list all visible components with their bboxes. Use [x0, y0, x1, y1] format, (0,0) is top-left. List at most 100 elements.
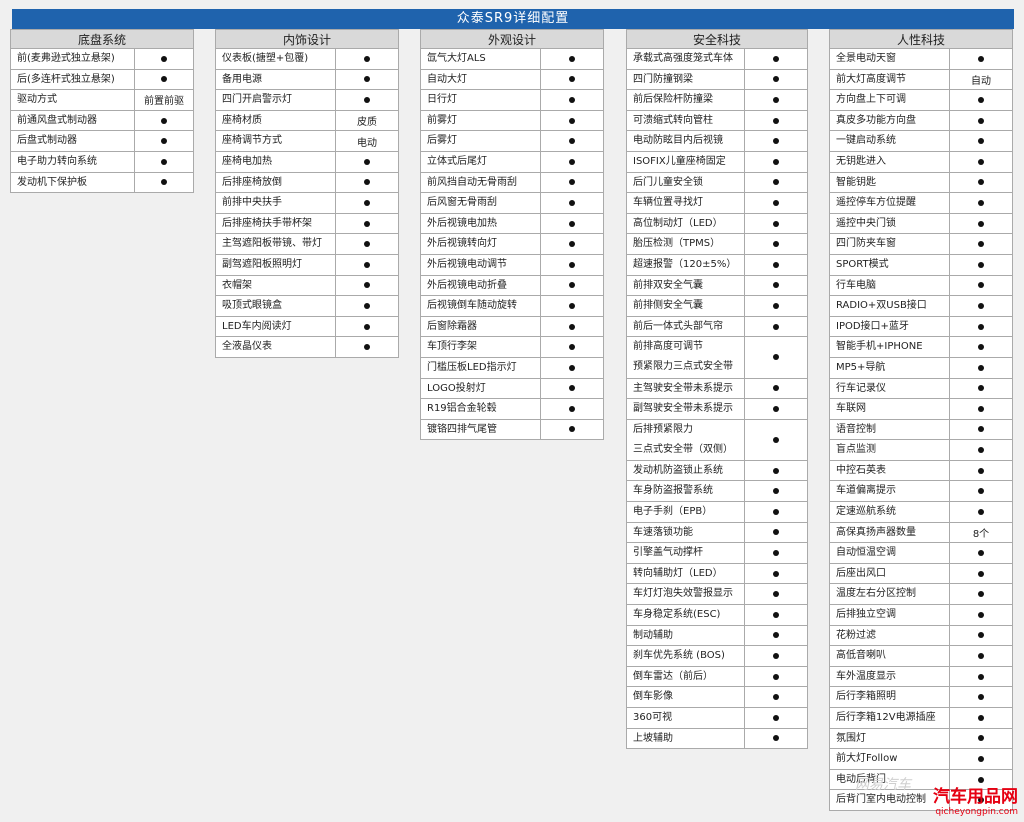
standard-dot-icon — [364, 344, 370, 351]
feature-name: 花粉过滤 — [830, 625, 950, 646]
feature-value — [541, 276, 603, 296]
standard-dot-icon — [773, 55, 779, 62]
table-row: 车身稳定系统(ESC) — [626, 605, 808, 626]
standard-dot-icon — [978, 405, 984, 412]
table-row: 发动机下保护板 — [10, 172, 194, 194]
standard-dot-icon — [978, 735, 984, 742]
standard-dot-icon — [978, 158, 984, 165]
feature-name: 氙气大灯ALS — [421, 49, 541, 69]
feature-value — [950, 605, 1012, 625]
standard-dot-icon — [978, 241, 984, 248]
table-row: 主驾驶安全带未系提示 — [626, 378, 808, 400]
feature-value — [950, 173, 1012, 193]
feature-name: 后行李箱12V电源插座 — [830, 708, 950, 728]
table-row: 超速报警（120±5%） — [626, 254, 808, 276]
table-row: 后(多连杆式独立悬架) — [10, 69, 194, 91]
feature-value — [336, 152, 398, 172]
feature-name: 方向盘上下可调 — [830, 90, 950, 110]
standard-dot-icon — [773, 138, 779, 145]
feature-name: 一键启动系统 — [830, 131, 950, 151]
standard-dot-icon — [569, 405, 575, 412]
feature-value — [745, 111, 807, 131]
table-row: 四门防夹车窗 — [829, 234, 1013, 255]
feature-value — [541, 131, 603, 151]
feature-name: 车辆位置寻找灯 — [627, 193, 745, 213]
table-row: 电子手刹（EPB） — [626, 502, 808, 523]
table-row: 遥控停车方位提醒 — [829, 193, 1013, 214]
standard-dot-icon — [773, 714, 779, 721]
table-row: 引擎盖气动撑杆 — [626, 543, 808, 564]
feature-name: 高位制动灯（LED） — [627, 213, 745, 234]
table-row: 门槛压板LED指示灯 — [420, 357, 604, 379]
standard-dot-icon — [978, 302, 984, 309]
feature-value — [336, 337, 398, 357]
column-interior: 内饰设计 仪表板(搪塑+包覆) 备用电源 四门开启警示灯 座椅材质 皮质 座椅调节方式 电动座… — [215, 29, 399, 358]
standard-dot-icon — [773, 591, 779, 598]
table-row: 车辆位置寻找灯 — [626, 193, 808, 214]
table-row: IPOD接口+蓝牙 — [829, 316, 1013, 338]
feature-name: 后雾灯 — [421, 131, 541, 151]
page-title: 众泰SR9详细配置 — [12, 9, 1014, 29]
standard-dot-icon — [773, 529, 779, 536]
feature-value-text: 皮质 — [357, 117, 377, 129]
table-row: 衣帽架 — [215, 275, 399, 297]
standard-dot-icon — [773, 158, 779, 165]
standard-dot-icon — [569, 241, 575, 248]
table-row: 前排中央扶手 — [215, 193, 399, 214]
feature-name: 座椅电加热 — [216, 151, 336, 172]
feature-name: 车灯灯泡失效警报显示 — [627, 584, 745, 605]
feature-name: LOGO投射灯 — [421, 378, 541, 399]
feature-value — [541, 399, 603, 419]
feature-name: SPORT模式 — [830, 254, 950, 275]
table-row: 氛围灯 — [829, 728, 1013, 750]
feature-name: 车道偏离提示 — [830, 481, 950, 502]
table-row: ISOFIX儿童座椅固定 — [626, 151, 808, 173]
table-row: 后行李箱12V电源插座 — [829, 708, 1013, 729]
standard-dot-icon — [978, 179, 984, 186]
feature-name: 发动机下保护板 — [11, 172, 135, 193]
table-row: 外后视镜转向灯 — [420, 234, 604, 255]
standard-dot-icon — [978, 96, 984, 103]
feature-value — [336, 296, 398, 316]
column-convenience: 人性科技 全景电动天窗 前大灯高度调节 自动 方向盘上下可调 真皮多功能方向盘 一键启动系统… — [829, 29, 1013, 811]
feature-name: 车速落锁功能 — [627, 522, 745, 543]
feature-name: 衣帽架 — [216, 275, 336, 296]
standard-dot-icon — [364, 158, 370, 165]
standard-dot-icon — [364, 96, 370, 103]
table-row: 镀铬四排气尾管 — [420, 419, 604, 441]
feature-value — [745, 49, 807, 69]
feature-value — [541, 49, 603, 69]
feature-value — [745, 193, 807, 213]
column-exterior: 外观设计 氙气大灯ALS 自动大灯 日行灯 前雾灯 后雾灯 立体式后尾灯 前风挡自动无骨雨刮后… — [420, 29, 604, 441]
table-row: 驱动方式 前置前驱 — [10, 90, 194, 111]
feature-value — [336, 276, 398, 296]
table-row: 可溃缩式转向管柱 — [626, 110, 808, 132]
feature-name: 前大灯高度调节 — [830, 69, 950, 90]
feature-name: 前大灯Follow — [830, 749, 950, 769]
feature-value: 8个 — [950, 523, 1012, 543]
feature-name: 氛围灯 — [830, 728, 950, 749]
table-row: 前排高度可调节 预紧限力三点式安全带 — [626, 337, 808, 379]
feature-name: 前通风盘式制动器 — [11, 110, 135, 131]
feature-name: 全液晶仪表 — [216, 337, 336, 357]
standard-dot-icon — [773, 76, 779, 83]
feature-value — [745, 584, 807, 604]
standard-dot-icon — [773, 508, 779, 515]
feature-name: 转向辅助灯（LED） — [627, 563, 745, 584]
feature-value — [541, 358, 603, 378]
feature-name: 高保真扬声器数量 — [830, 522, 950, 543]
standard-dot-icon — [773, 653, 779, 660]
feature-value — [135, 49, 193, 69]
standard-dot-icon — [364, 241, 370, 248]
table-row: 外后视镜电动调节 — [420, 254, 604, 276]
table-row: 转向辅助灯（LED） — [626, 563, 808, 585]
table-row: 座椅电加热 — [215, 151, 399, 173]
feature-value — [950, 296, 1012, 316]
standard-dot-icon — [569, 55, 575, 62]
table-row: 车速落锁功能 — [626, 522, 808, 544]
feature-name: 驱动方式 — [11, 90, 135, 110]
feature-value — [950, 543, 1012, 563]
feature-name: 全景电动天窗 — [830, 49, 950, 69]
feature-value — [950, 276, 1012, 296]
feature-name: 前排中央扶手 — [216, 193, 336, 213]
